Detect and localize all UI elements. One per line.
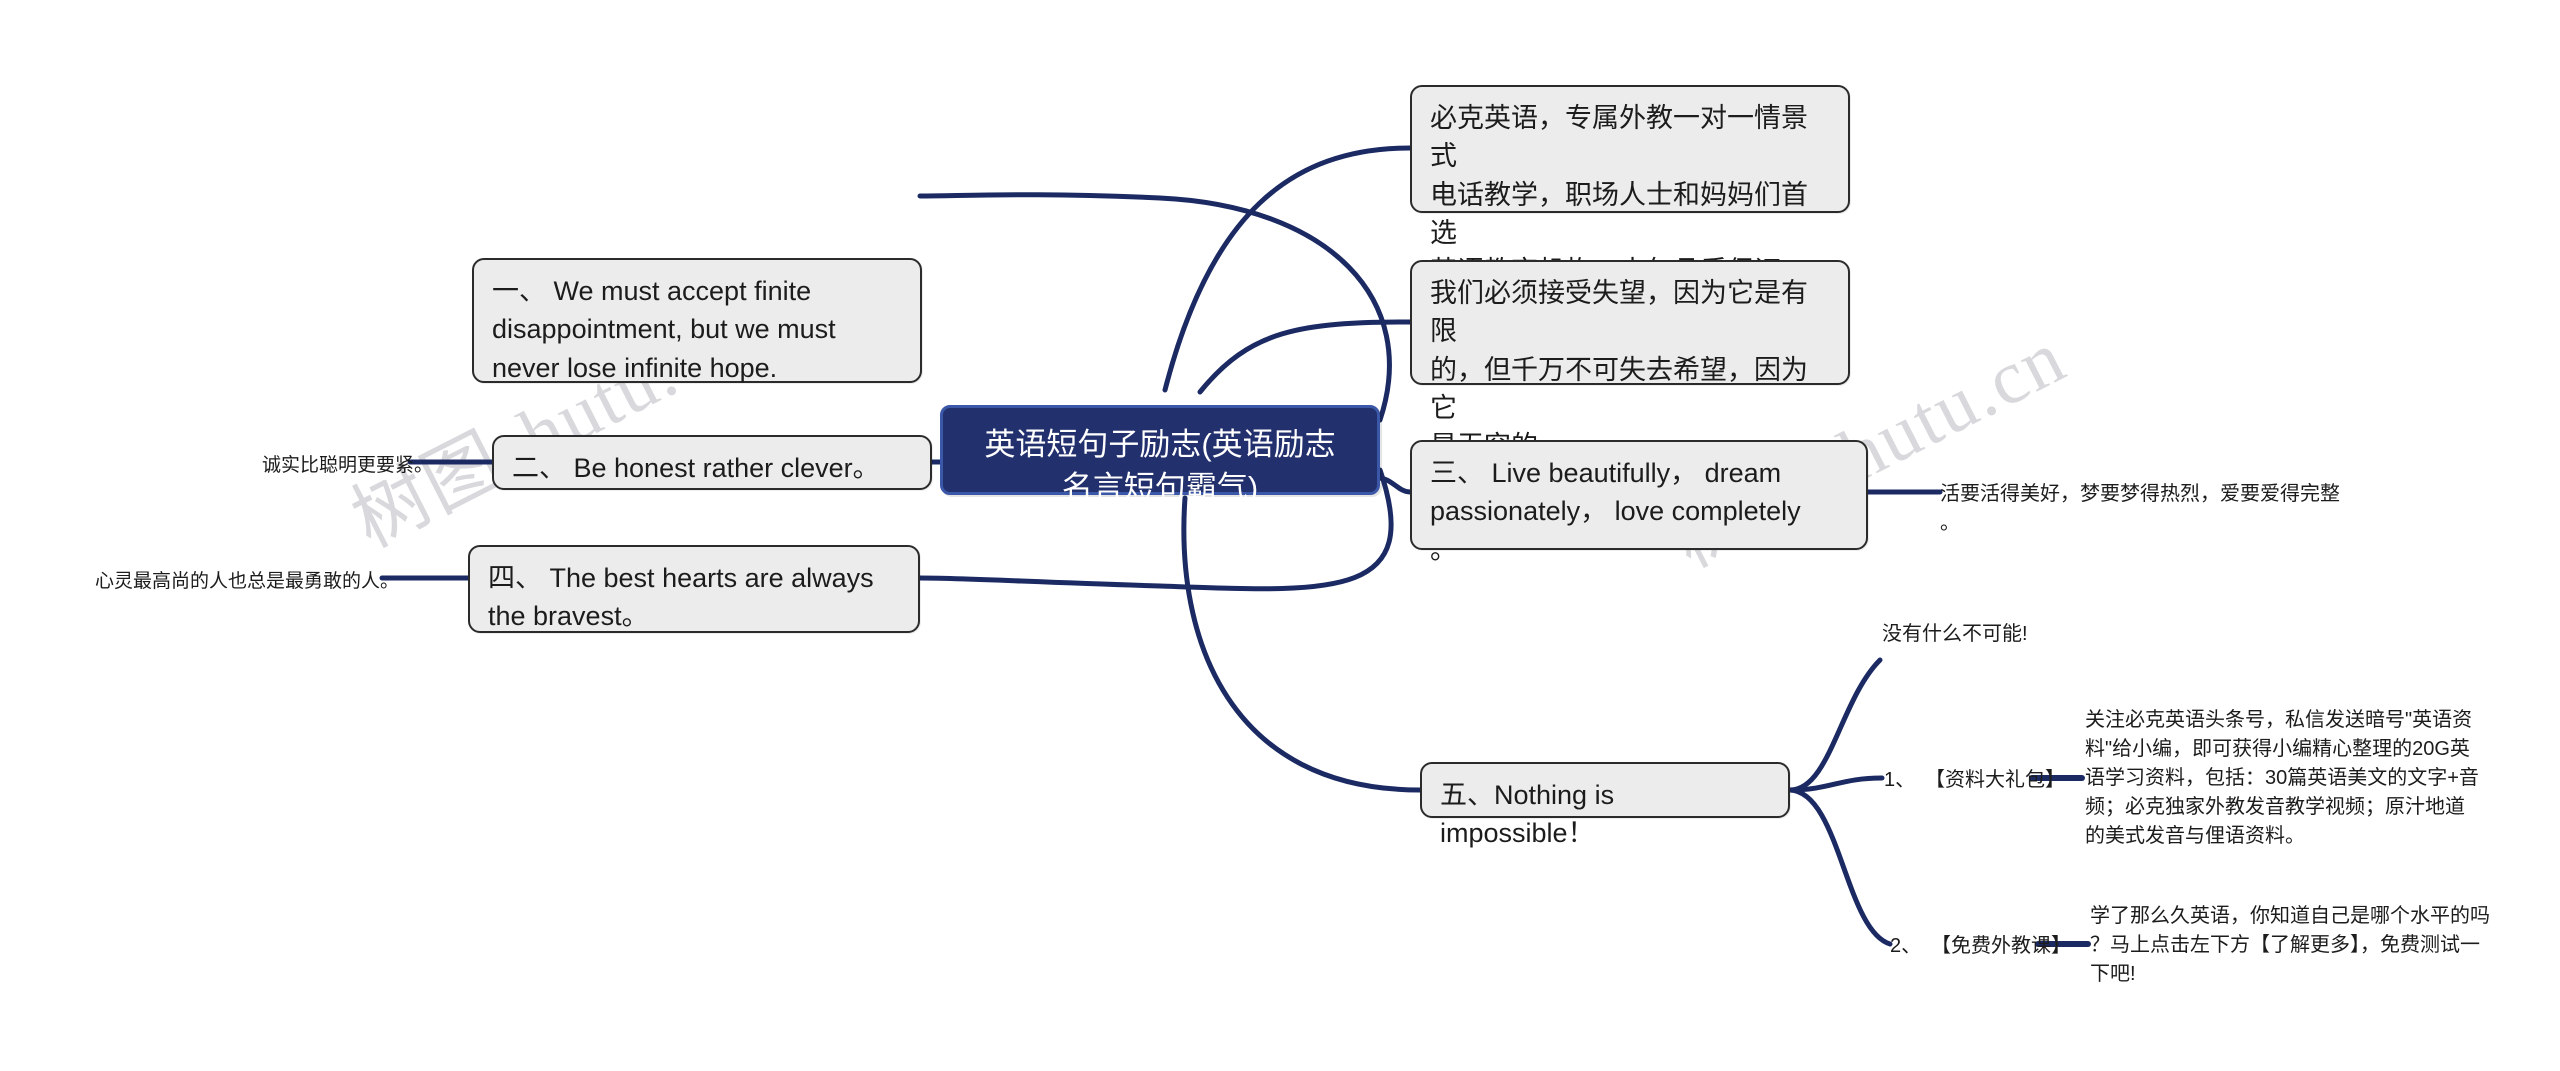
wire-root-to-five xyxy=(1181,495,1423,793)
wire-root-to-one xyxy=(917,192,1392,423)
branch-node-two[interactable]: 二、 Be honest rather clever。 xyxy=(492,435,932,490)
sub-item-2-body: 学了那么久英语，你知道自己是哪个水平的吗 ？马上点击左下方【了解更多】，免费测试… xyxy=(2090,905,2490,985)
sub-item-1-body: 关注必克英语头条号，私信发送暗号"英语资 料"给小编，即可获得小编精心整理的20… xyxy=(2085,709,2479,847)
note-two: 诚实比聪明更要紧。 xyxy=(262,455,434,476)
branch-node-four[interactable]: 四、 The best hearts are always the braves… xyxy=(468,545,920,633)
wire-root-to-promo xyxy=(1162,145,1413,393)
wire-five-to-sub2 xyxy=(1787,787,1893,947)
branch-node-three[interactable]: 三、 Live beautifully， dream passionately，… xyxy=(1410,440,1868,565)
branch-node-five[interactable]: 五、Nothing is impossible！ xyxy=(1420,762,1790,848)
wire-root-to-translation xyxy=(1197,319,1413,395)
root-node[interactable]: 英语短句子励志(英语励志 名言短句霸气) xyxy=(940,405,1380,505)
sub-item-2-label[interactable]: 【免费外教课】 xyxy=(1931,932,2071,961)
note-four: 心灵最高尚的人也总是最勇敢的人。 xyxy=(95,571,400,592)
branch-node-promo[interactable]: 必克英语，专属外教一对一情景式 电话教学，职场人士和妈妈们首选 英语教育机构，十… xyxy=(1410,85,1850,286)
sub-item-1-label[interactable]: 【资料大礼包】 xyxy=(1925,766,2065,795)
note-three: 活要活得美好，梦要梦得热烈，爱要爱得完整 。 xyxy=(1940,483,2340,534)
note-five: 没有什么不可能! xyxy=(1882,623,2028,645)
branch-node-one[interactable]: 一、 We must accept finite disappointment,… xyxy=(472,258,922,383)
wire-root-to-three xyxy=(1375,475,1413,495)
wire-five-to-possible xyxy=(1787,657,1883,793)
branch-node-translation-one[interactable]: 我们必须接受失望，因为它是有限 的，但千万不可失去希望，因为它 是无穷的。 xyxy=(1410,260,1850,461)
sub-item-2-index: 2、 xyxy=(1890,935,1922,957)
wire-five-to-sub1 xyxy=(1787,775,1885,793)
sub-item-1-index: 1、 xyxy=(1884,769,1916,791)
mindmap-canvas: 树图shutu.cn 树图shutu.cn 英语短句子励志(英语励志 名言短句霸… xyxy=(0,0,2560,1071)
